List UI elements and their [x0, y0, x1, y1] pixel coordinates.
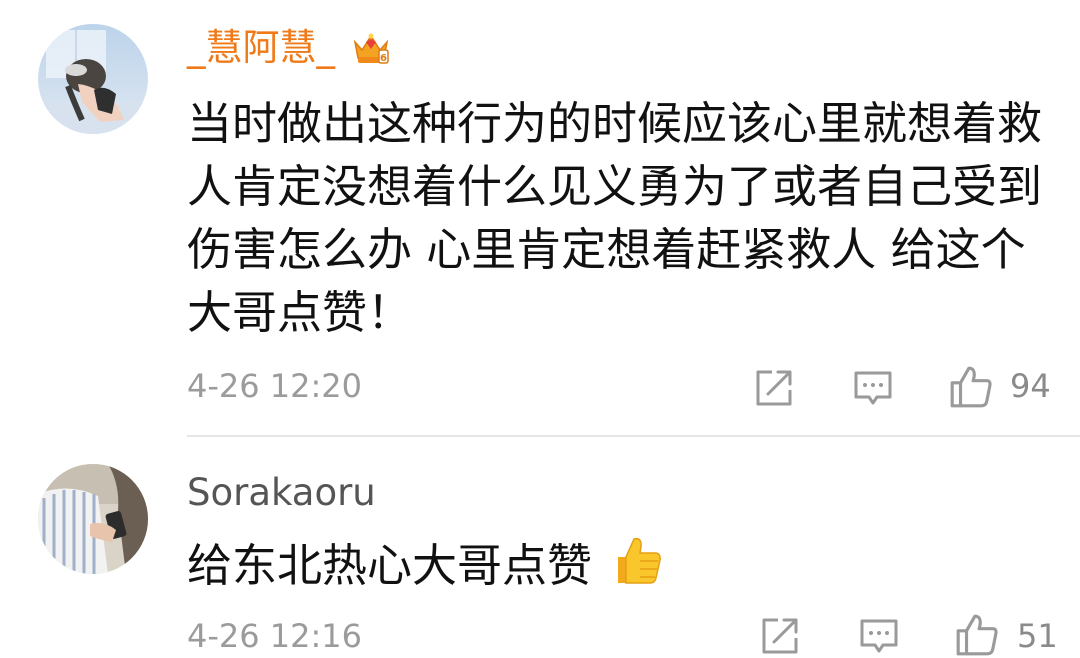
like-count: 94	[1010, 367, 1051, 405]
comment-text: 当时做出这种行为的时候应该心里就想着救人肯定没想着什么见义勇为了或者自己受到伤害…	[187, 97, 1043, 339]
user-avatar[interactable]	[38, 24, 148, 134]
username-text[interactable]: _慧阿慧_	[187, 26, 335, 69]
thumbs-up-icon[interactable]	[954, 612, 1000, 658]
comment-text: 给东北热心大哥点赞	[187, 533, 1057, 603]
comment-item: _慧阿慧_ 6 当时做出这种行为的时候应该心里就想着救人肯定没想着什么见义勇为了…	[0, 0, 1080, 435]
username[interactable]: _慧阿慧_ 6	[187, 26, 391, 76]
user-avatar[interactable]	[38, 464, 148, 574]
comment-text-content: 给东北热心大哥点赞	[187, 539, 593, 592]
thumbs-up-emoji	[610, 533, 664, 603]
share-icon[interactable]	[752, 366, 796, 410]
crown-badge-icon: 6	[351, 28, 391, 76]
svg-text:6: 6	[380, 53, 387, 64]
comment-time: 4-26 12:16	[187, 617, 363, 655]
comment-item: Sorakaoru 给东北热心大哥点赞 4-26 12:16 51	[0, 437, 1080, 657]
thumbs-up-icon[interactable]	[948, 364, 994, 410]
comment-icon[interactable]	[851, 366, 895, 410]
comment-time: 4-26 12:20	[187, 367, 363, 405]
like-count: 51	[1017, 617, 1058, 655]
share-icon[interactable]	[758, 614, 802, 658]
username-text[interactable]: Sorakaoru	[187, 471, 376, 514]
comment-icon[interactable]	[857, 614, 901, 658]
username[interactable]: Sorakaoru	[187, 471, 376, 515]
